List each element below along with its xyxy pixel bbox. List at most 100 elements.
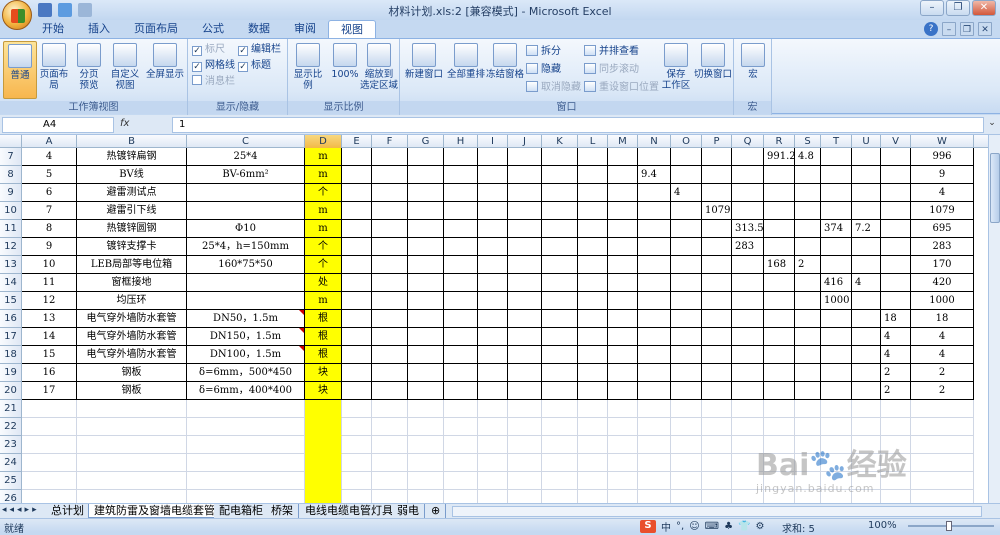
cell-i15[interactable]: [478, 292, 508, 310]
cell-g23[interactable]: [408, 436, 444, 454]
keyboard-icon[interactable]: ⌨: [705, 521, 719, 532]
cell-j23[interactable]: [508, 436, 542, 454]
cell-q9[interactable]: [732, 184, 764, 202]
cell-h25[interactable]: [444, 472, 478, 490]
cell-p10[interactable]: 1079: [702, 202, 732, 220]
help-icon[interactable]: ?: [924, 22, 938, 36]
cell-u20[interactable]: [852, 382, 881, 400]
column-header-u[interactable]: U: [852, 135, 881, 148]
cell-w10[interactable]: 1079: [911, 202, 974, 220]
cell-d9[interactable]: 个: [305, 184, 342, 202]
cell-u15[interactable]: [852, 292, 881, 310]
cell-m16[interactable]: [608, 310, 638, 328]
skin-icon[interactable]: ♣: [724, 521, 733, 532]
cell-p23[interactable]: [702, 436, 732, 454]
cell-a10[interactable]: 7: [22, 202, 77, 220]
cell-s19[interactable]: [795, 364, 821, 382]
cell-m19[interactable]: [608, 364, 638, 382]
cell-k8[interactable]: [542, 166, 578, 184]
cell-m26[interactable]: [608, 490, 638, 503]
tab-home[interactable]: 开始: [30, 20, 76, 38]
full-screen-button[interactable]: 全屏显示: [145, 41, 185, 99]
office-button[interactable]: [2, 0, 32, 30]
cell-w8[interactable]: 9: [911, 166, 974, 184]
cell-c15[interactable]: [187, 292, 305, 310]
cell-w15[interactable]: 1000: [911, 292, 974, 310]
column-header-e[interactable]: E: [342, 135, 372, 148]
cell-w9[interactable]: 4: [911, 184, 974, 202]
cell-a13[interactable]: 10: [22, 256, 77, 274]
cell-o26[interactable]: [671, 490, 702, 503]
cell-j26[interactable]: [508, 490, 542, 503]
cell-c7[interactable]: 25*4: [187, 148, 305, 166]
cell-p21[interactable]: [702, 400, 732, 418]
cell-m11[interactable]: [608, 220, 638, 238]
cell-l9[interactable]: [578, 184, 608, 202]
cell-j13[interactable]: [508, 256, 542, 274]
cell-q7[interactable]: [732, 148, 764, 166]
cell-e26[interactable]: [342, 490, 372, 503]
cell-p15[interactable]: [702, 292, 732, 310]
row-header[interactable]: 18: [0, 346, 22, 364]
cell-i21[interactable]: [478, 400, 508, 418]
cell-o17[interactable]: [671, 328, 702, 346]
insert-function-icon[interactable]: fx: [120, 118, 170, 132]
cell-v13[interactable]: [881, 256, 911, 274]
cell-j10[interactable]: [508, 202, 542, 220]
cell-i26[interactable]: [478, 490, 508, 503]
cell-w12[interactable]: 283: [911, 238, 974, 256]
tab-data[interactable]: 数据: [236, 20, 282, 38]
ruler-checkbox[interactable]: ✓ 标尺: [192, 42, 225, 57]
cell-r19[interactable]: [764, 364, 795, 382]
workbook-close-icon[interactable]: ✕: [978, 22, 992, 36]
cell-k11[interactable]: [542, 220, 578, 238]
row-header[interactable]: 26: [0, 490, 22, 503]
cell-h26[interactable]: [444, 490, 478, 503]
cell-b15[interactable]: 均压环: [77, 292, 187, 310]
cell-t22[interactable]: [821, 418, 852, 436]
cell-v22[interactable]: [881, 418, 911, 436]
column-header-a[interactable]: A: [22, 135, 77, 148]
cell-h20[interactable]: [444, 382, 478, 400]
cell-n17[interactable]: [638, 328, 671, 346]
cell-c22[interactable]: [187, 418, 305, 436]
cell-g7[interactable]: [408, 148, 444, 166]
row-header[interactable]: 24: [0, 454, 22, 472]
cell-s15[interactable]: [795, 292, 821, 310]
cell-u14[interactable]: 4: [852, 274, 881, 292]
cell-n22[interactable]: [638, 418, 671, 436]
sheet-tab-lightning-protection[interactable]: 建筑防雷及窗墙电缆套管: [88, 504, 221, 518]
cell-v14[interactable]: [881, 274, 911, 292]
unhide-window-button[interactable]: 取消隐藏: [526, 80, 581, 95]
cell-m13[interactable]: [608, 256, 638, 274]
cell-p16[interactable]: [702, 310, 732, 328]
cell-l11[interactable]: [578, 220, 608, 238]
tab-view[interactable]: 视图: [328, 20, 376, 38]
cell-u17[interactable]: [852, 328, 881, 346]
cell-e13[interactable]: [342, 256, 372, 274]
cell-n26[interactable]: [638, 490, 671, 503]
tab-review[interactable]: 审阅: [282, 20, 328, 38]
cell-d14[interactable]: 处: [305, 274, 342, 292]
cell-p11[interactable]: [702, 220, 732, 238]
cell-h11[interactable]: [444, 220, 478, 238]
cell-s8[interactable]: [795, 166, 821, 184]
cell-m23[interactable]: [608, 436, 638, 454]
reset-window-position-button[interactable]: 重设窗口位置: [584, 80, 659, 95]
cell-d21[interactable]: [305, 400, 342, 418]
ribbon-minimize-icon[interactable]: –: [942, 22, 956, 36]
cell-j16[interactable]: [508, 310, 542, 328]
cell-h19[interactable]: [444, 364, 478, 382]
sheet-tab-distribution-box[interactable]: 配电箱柜: [214, 504, 269, 518]
cell-f14[interactable]: [372, 274, 408, 292]
cell-a15[interactable]: 12: [22, 292, 77, 310]
cell-i9[interactable]: [478, 184, 508, 202]
row-header[interactable]: 19: [0, 364, 22, 382]
cell-t11[interactable]: 374: [821, 220, 852, 238]
cell-a21[interactable]: [22, 400, 77, 418]
cell-b26[interactable]: [77, 490, 187, 503]
row-header[interactable]: 9: [0, 184, 22, 202]
macros-button[interactable]: 宏: [736, 41, 770, 99]
cell-n19[interactable]: [638, 364, 671, 382]
cell-c23[interactable]: [187, 436, 305, 454]
